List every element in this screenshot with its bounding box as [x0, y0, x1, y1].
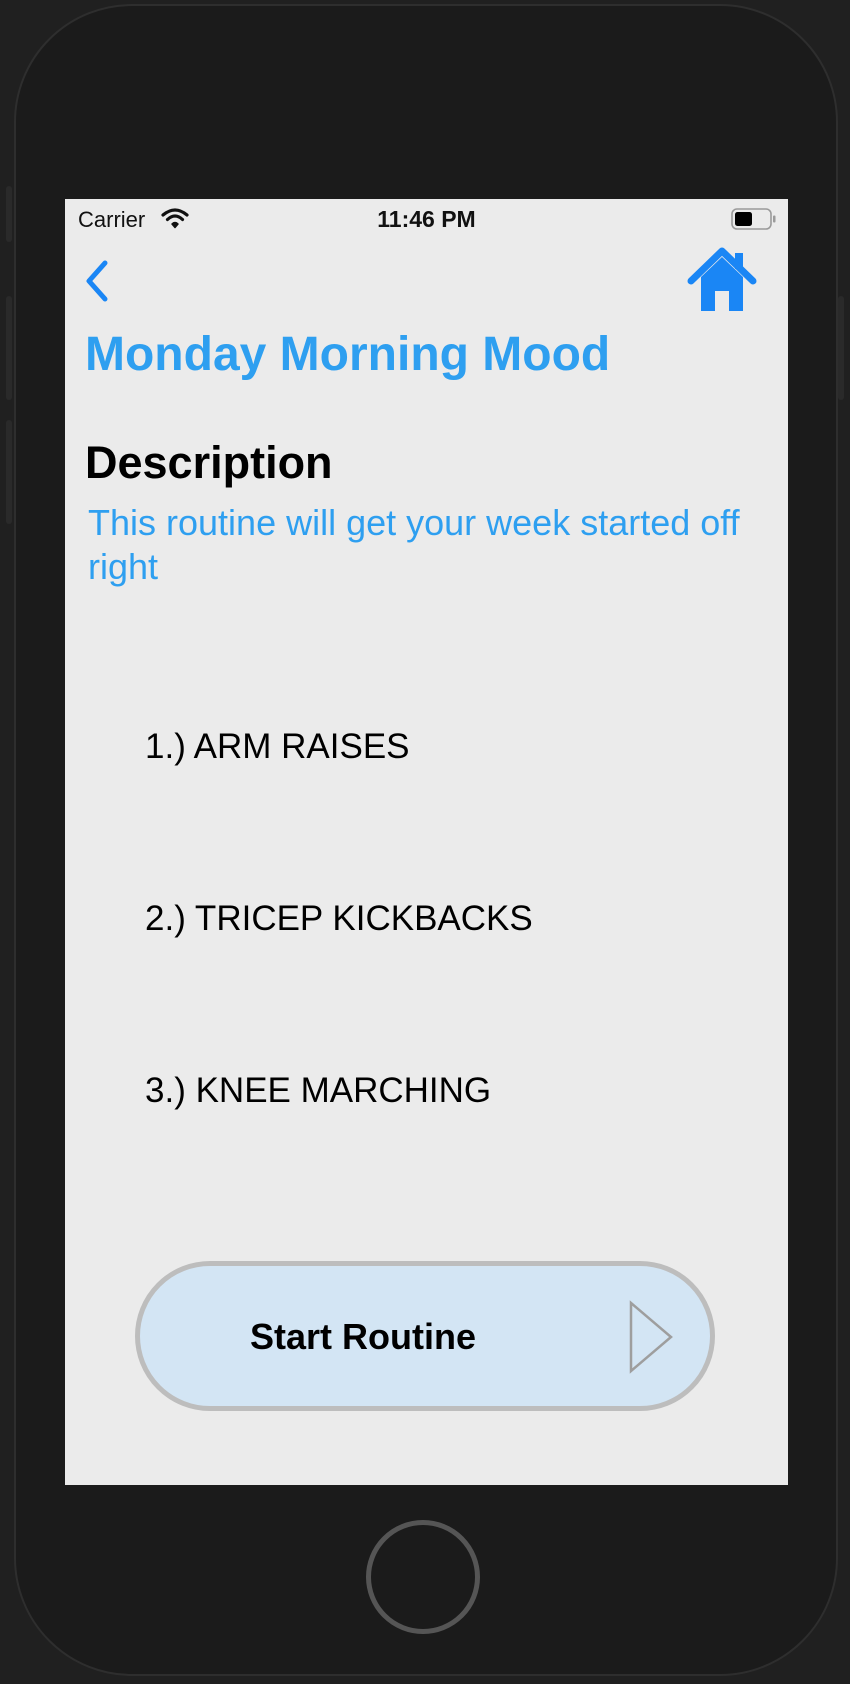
power-button — [838, 296, 844, 400]
page-title: Monday Morning Mood — [85, 328, 611, 381]
description-text: This routine will get your week started … — [88, 502, 740, 587]
device-home-button[interactable] — [366, 1520, 480, 1634]
status-bar: Carrier 11:46 PM — [65, 199, 788, 241]
home-button[interactable] — [687, 247, 757, 315]
start-routine-button[interactable]: Start Routine — [135, 1261, 715, 1411]
exercise-item-knee-marching: 3.) KNEE MARCHING — [145, 1071, 492, 1110]
battery-icon — [731, 208, 777, 235]
app-screen: Carrier 11:46 PM Monday Morning Mood Des… — [65, 199, 788, 1485]
house-icon — [687, 247, 757, 311]
exercise-item-arm-raises: 1.) ARM RAISES — [145, 727, 410, 766]
play-icon — [628, 1300, 674, 1379]
status-time: 11:46 PM — [377, 206, 476, 232]
ringer-switch — [6, 186, 12, 242]
back-button[interactable] — [79, 257, 115, 305]
volume-down-button — [6, 420, 12, 524]
start-routine-label: Start Routine — [250, 1316, 477, 1357]
exercise-item-tricep-kickbacks: 2.) TRICEP KICKBACKS — [145, 899, 533, 938]
volume-up-button — [6, 296, 12, 400]
description-heading: Description — [85, 437, 333, 488]
chevron-left-icon — [86, 260, 108, 302]
